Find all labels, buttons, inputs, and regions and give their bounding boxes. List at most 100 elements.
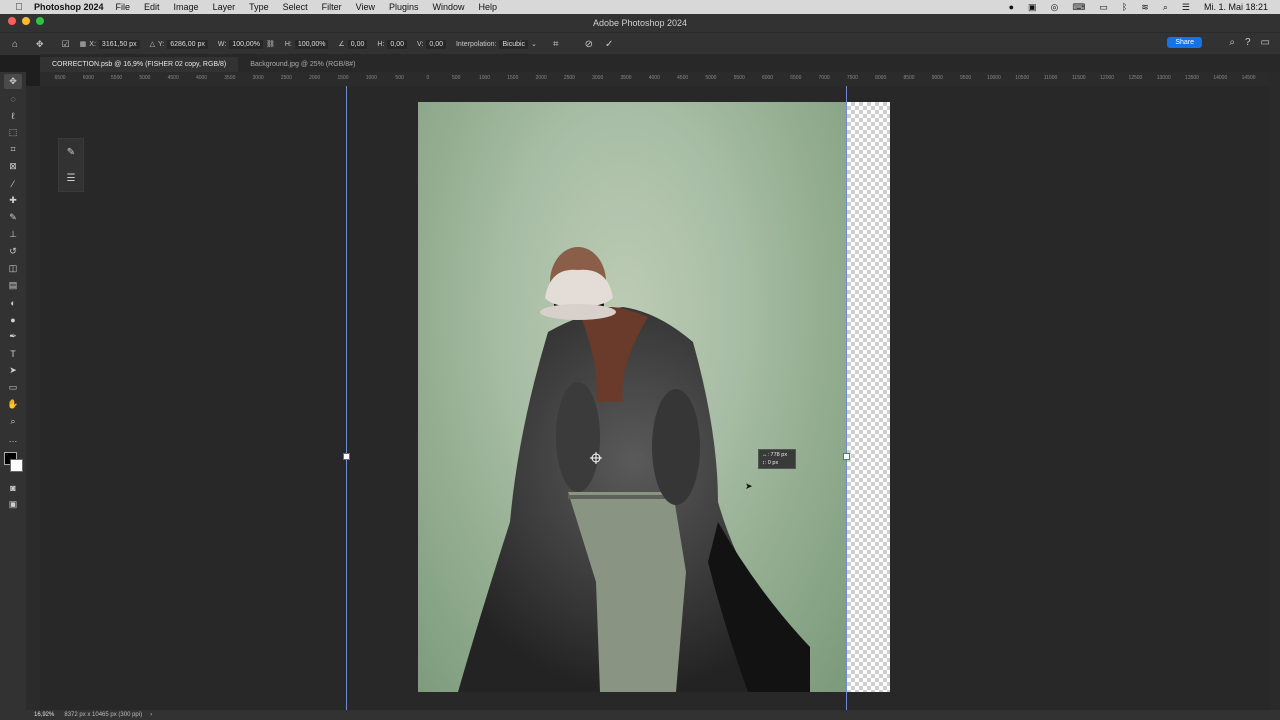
ruler-tick-label: 9000 <box>931 75 943 81</box>
horizontal-ruler[interactable]: 6500 6000 5500 5000 4500 4000 3500 3000 2500 2000… <box>40 72 1270 87</box>
transform-handle-right[interactable] <box>843 453 850 460</box>
bluetooth-icon[interactable]: ᛒ <box>1122 2 1127 12</box>
document-info[interactable]: 8372 px x 10465 px (300 ppi) <box>64 712 142 718</box>
spotlight-icon[interactable]: ⌕ <box>1163 2 1168 13</box>
y-position-input[interactable]: 6286,00 px <box>167 39 208 49</box>
reference-point-checkbox[interactable]: ☑ <box>62 39 70 50</box>
x-position-input[interactable]: 3161,50 px <box>98 39 140 49</box>
color-swatches[interactable] <box>4 452 23 472</box>
app-menu[interactable]: Photoshop 2024 <box>34 2 104 12</box>
menu-filter[interactable]: Filter <box>322 2 342 12</box>
blur-tool-icon[interactable]: ◐ <box>4 295 22 310</box>
ruler-tick-label: 7500 <box>846 75 858 81</box>
chevron-right-icon[interactable]: › <box>150 712 152 718</box>
display-icon[interactable]: ▣ <box>1028 2 1037 13</box>
object-selection-tool-icon[interactable]: ⬚ <box>4 125 22 140</box>
ruler-tick-label: 4000 <box>648 75 660 81</box>
document-image[interactable] <box>418 102 847 692</box>
eraser-tool-icon[interactable]: ◫ <box>4 261 22 276</box>
brush-tool-icon[interactable]: ✎ <box>4 210 22 225</box>
menu-edit[interactable]: Edit <box>144 2 160 12</box>
rotation-input[interactable]: 0,00 <box>347 39 368 49</box>
reference-point-icon[interactable]: ▦ <box>80 40 87 48</box>
hand-tool-icon[interactable]: ✋ <box>4 397 22 412</box>
crop-tool-icon[interactable]: ⌗ <box>4 142 22 157</box>
height-input[interactable]: 100,00% <box>294 39 329 49</box>
menubar-clock[interactable]: Mi. 1. Mai 18:21 <box>1204 2 1268 12</box>
ruler-tick-label: 5500 <box>111 75 123 81</box>
frame-tool-icon[interactable]: ⊠ <box>4 159 22 174</box>
close-window-button[interactable] <box>8 17 16 25</box>
home-icon[interactable]: ⌂ <box>12 39 18 50</box>
lasso-tool-icon[interactable]: ℓ <box>4 108 22 123</box>
record-icon[interactable]: ● <box>1009 2 1014 12</box>
menu-type[interactable]: Type <box>249 2 269 12</box>
v-skew-input[interactable]: 0,00 <box>426 39 446 49</box>
link-icon[interactable]: ⛓ <box>266 40 275 48</box>
background-color-swatch[interactable] <box>10 459 23 472</box>
tab-background[interactable]: Background.jpg @ 25% (RGB/8#) <box>238 57 367 72</box>
ruler-tick-label: 4500 <box>167 75 179 81</box>
apple-icon[interactable]:  <box>12 2 26 13</box>
gradient-tool-icon[interactable]: ▤ <box>4 278 22 293</box>
menu-select[interactable]: Select <box>283 2 308 12</box>
adjustments-icon[interactable]: ☰ <box>67 173 76 184</box>
workspace-icon[interactable]: ▭ <box>1261 37 1270 48</box>
brush-settings-icon[interactable]: ✎ <box>67 147 75 158</box>
move-tool-icon[interactable]: ✥ <box>4 74 22 89</box>
eyedropper-tool-icon[interactable]: ⁄ <box>4 176 22 191</box>
vertical-ruler[interactable] <box>26 86 41 710</box>
menu-plugins[interactable]: Plugins <box>389 2 419 12</box>
screen-mode-icon[interactable]: ▣ <box>4 497 22 512</box>
rectangle-tool-icon[interactable]: ▭ <box>4 380 22 395</box>
pivot-point-icon[interactable] <box>590 451 602 464</box>
tab-correction[interactable]: CORRECTION.psb @ 16,9% (FISHER 02 copy, … <box>40 57 239 72</box>
v-skew-label: V: <box>417 40 424 48</box>
menu-view[interactable]: View <box>356 2 375 12</box>
ruler-tick-label: 4000 <box>195 75 208 81</box>
control-center-icon[interactable]: ☰ <box>1182 2 1190 13</box>
y-position-group: △ Y: 6286,00 px <box>150 39 208 49</box>
battery-icon[interactable]: ▭ <box>1099 2 1108 13</box>
relative-position-icon[interactable]: △ <box>150 40 155 48</box>
minimize-window-button[interactable] <box>22 17 30 25</box>
type-tool-icon[interactable]: T <box>4 346 22 361</box>
more-tools-icon[interactable]: … <box>4 431 22 446</box>
ruler-tick-label: 5000 <box>705 75 717 81</box>
menu-file[interactable]: File <box>116 2 131 12</box>
menu-help[interactable]: Help <box>479 2 498 12</box>
share-button[interactable]: Share <box>1167 37 1202 48</box>
clone-stamp-tool-icon[interactable]: ⊥ <box>4 227 22 242</box>
marquee-tool-icon[interactable]: ◌ <box>4 91 22 106</box>
ruler-tick-label: 6000 <box>82 75 94 81</box>
wifi-icon[interactable]: ≋ <box>1141 2 1149 13</box>
commit-transform-icon[interactable]: ✓ <box>605 39 613 50</box>
cancel-transform-icon[interactable]: ⊘ <box>585 39 593 50</box>
menu-window[interactable]: Window <box>433 2 465 12</box>
menu-image[interactable]: Image <box>174 2 199 12</box>
h-skew-input[interactable]: 0,00 <box>387 39 407 49</box>
transform-bound-left[interactable] <box>346 86 347 710</box>
ruler-tick-label: 6500 <box>790 75 802 81</box>
menu-layer[interactable]: Layer <box>213 2 236 12</box>
help-icon[interactable]: ? <box>1245 37 1251 48</box>
tool-preset-icon[interactable]: ✥ <box>36 39 44 50</box>
path-selection-tool-icon[interactable]: ➤ <box>4 363 22 378</box>
interpolation-select[interactable]: Bicubic <box>499 39 529 49</box>
transform-handle-left[interactable] <box>343 453 350 460</box>
search-icon[interactable]: ⌕ <box>1229 37 1235 48</box>
keyboard-icon[interactable]: ⌨ <box>1072 2 1085 13</box>
width-input[interactable]: 100,00% <box>229 39 263 49</box>
healing-brush-tool-icon[interactable]: ✚ <box>4 193 22 208</box>
airdrop-icon[interactable]: ◎ <box>1051 2 1059 13</box>
vertical-scrollbar[interactable] <box>1270 72 1280 710</box>
warp-mode-icon[interactable]: ⌗ <box>553 39 559 50</box>
pen-tool-icon[interactable]: ✒ <box>4 329 22 344</box>
zoom-tool-icon[interactable]: ⌕ <box>4 414 22 429</box>
transform-bound-right[interactable] <box>846 86 847 710</box>
dodge-tool-icon[interactable]: ● <box>4 312 22 327</box>
zoom-window-button[interactable] <box>36 17 44 25</box>
zoom-level[interactable]: 16,92% <box>34 712 54 718</box>
quick-mask-icon[interactable]: ◙ <box>4 480 22 495</box>
history-brush-tool-icon[interactable]: ↺ <box>4 244 22 259</box>
